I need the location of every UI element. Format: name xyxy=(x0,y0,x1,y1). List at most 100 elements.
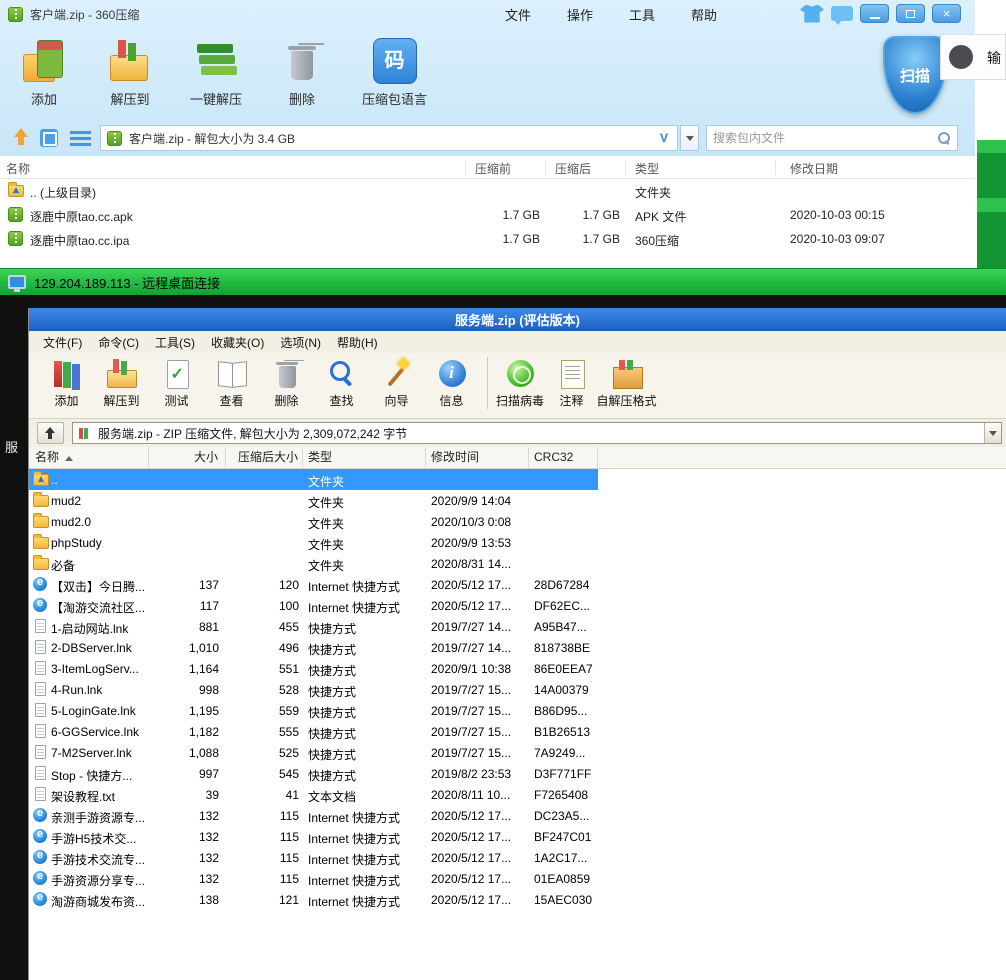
winrar-toolbar-button[interactable]: 解压到 xyxy=(94,357,149,409)
winrar-menu-item[interactable]: 收藏夹(O) xyxy=(203,334,272,351)
file-row[interactable]: 手游资源分享专... 132 115 Internet 快捷方式 2020/5/… xyxy=(29,868,1006,889)
column-size-after[interactable]: 压缩后 xyxy=(555,160,591,177)
zip360-toolbar-button[interactable]: 一键解压 xyxy=(190,38,242,108)
column-name[interactable]: 名称 xyxy=(29,447,149,468)
winrar-toolbar-button[interactable]: 查看 xyxy=(204,357,259,409)
file-row[interactable]: 7-M2Server.lnk 1,088 525 快捷方式 2019/7/27 … xyxy=(29,742,1006,763)
zip360-titlebar: 客户端.zip - 360压缩 文件操作工具帮助 × xyxy=(0,0,975,28)
winrar-toolbar-button[interactable]: 添加 xyxy=(39,357,94,409)
zip360-toolbar-button[interactable]: 码 压缩包语言 xyxy=(362,38,427,108)
zip360-toolbar: 添加 解压到 一键解压 删除 码 压缩包语言 扫描 xyxy=(0,30,975,120)
file-date: 2020-10-03 09:07 xyxy=(790,232,885,246)
toolbar-label: 扫描病毒 xyxy=(496,392,544,409)
file-row[interactable]: 4-Run.lnk 998 528 快捷方式 2019/7/27 15... 1… xyxy=(29,679,1006,700)
zip360-menu-item[interactable]: 工具 xyxy=(629,5,655,24)
archive-path-box[interactable]: 客户端.zip - 解包大小为 3.4 GB V xyxy=(100,125,678,151)
winrar-toolbar-button[interactable]: 删除 xyxy=(259,357,314,409)
toolbar-label: 解压到 xyxy=(103,392,139,409)
minimize-button[interactable] xyxy=(860,4,889,23)
winrar-toolbar-button[interactable]: 查找 xyxy=(314,357,369,409)
file-size: 998 xyxy=(149,683,219,697)
winrar-menu-item[interactable]: 帮助(H) xyxy=(329,334,386,351)
file-row[interactable]: .. (上级目录) 文件夹 xyxy=(0,179,975,203)
rdp-titlebar[interactable]: 129.204.189.113 - 远程桌面连接 xyxy=(0,268,1006,295)
file-mtime: 2019/7/27 14... xyxy=(431,641,511,655)
file-size: 1,164 xyxy=(149,662,219,676)
zip360-menu-item[interactable]: 操作 xyxy=(567,5,593,24)
file-row[interactable]: 6-GGService.lnk 1,182 555 快捷方式 2019/7/27… xyxy=(29,721,1006,742)
file-name: .. xyxy=(51,473,58,487)
address-dropdown-button[interactable] xyxy=(680,125,699,151)
column-type[interactable]: 类型 xyxy=(303,447,426,468)
zip360-toolbar-button[interactable]: 删除 xyxy=(276,38,328,108)
zip360-menu-item[interactable]: 文件 xyxy=(505,5,531,24)
combo-dropdown-button[interactable] xyxy=(984,423,1001,443)
search-box[interactable] xyxy=(706,125,958,151)
zip360-menu-item[interactable]: 帮助 xyxy=(691,5,717,24)
file-crc32: B1B26513 xyxy=(534,725,590,739)
file-row[interactable]: 5-LoginGate.lnk 1,195 559 快捷方式 2019/7/27… xyxy=(29,700,1006,721)
file-row[interactable]: 架设教程.txt 39 41 文本文档 2020/8/11 10... F726… xyxy=(29,784,1006,805)
view-mode-icon[interactable] xyxy=(40,129,58,147)
file-row[interactable]: 逐鹿中原tao.cc.apk 1.7 GB 1.7 GB APK 文件 2020… xyxy=(0,203,975,227)
column-packed[interactable]: 压缩后大小 xyxy=(226,447,303,468)
list-view-icon[interactable] xyxy=(70,131,91,146)
file-row[interactable]: 1-启动网站.lnk 881 455 快捷方式 2019/7/27 14... … xyxy=(29,616,1006,637)
file-mtime: 2020/5/12 17... xyxy=(431,830,511,844)
file-row[interactable]: mud2 文件夹 2020/9/9 14:04 xyxy=(29,490,1006,511)
winrar-toolbar-button[interactable]: 测试 xyxy=(149,357,204,409)
winrar-titlebar[interactable]: 服务端.zip (评估版本) xyxy=(29,308,1006,331)
file-name: 手游资源分享专... xyxy=(51,872,145,889)
feedback-icon[interactable] xyxy=(831,6,853,21)
winrar-menu-item[interactable]: 选项(N) xyxy=(272,334,329,351)
file-row[interactable]: mud2.0 文件夹 2020/10/3 0:08 xyxy=(29,511,1006,532)
file-mtime: 2019/7/27 15... xyxy=(431,725,511,739)
winrar-toolbar-button[interactable]: 扫描病毒 xyxy=(487,357,544,409)
file-row[interactable]: Stop - 快捷方... 997 545 快捷方式 2019/8/2 23:5… xyxy=(29,763,1006,784)
winrar-toolbar-button[interactable]: 向导 xyxy=(369,357,424,409)
skin-icon[interactable] xyxy=(800,5,824,23)
toolbar-icon xyxy=(22,38,66,84)
search-icon[interactable] xyxy=(937,131,951,145)
winrar-menu-item[interactable]: 工具(S) xyxy=(147,334,203,351)
zip360-toolbar-button[interactable]: 添加 xyxy=(18,38,70,108)
column-date[interactable]: 修改日期 xyxy=(790,160,838,177)
search-input[interactable] xyxy=(713,131,937,145)
file-row[interactable]: 逐鹿中原tao.cc.ipa 1.7 GB 1.7 GB 360压缩 2020-… xyxy=(0,227,975,251)
winrar-menu-item[interactable]: 文件(F) xyxy=(35,334,90,351)
file-row[interactable]: 亲测手游资源专... 132 115 Internet 快捷方式 2020/5/… xyxy=(29,805,1006,826)
zip360-toolbar-button[interactable]: 解压到 xyxy=(104,38,156,108)
file-row[interactable]: 2-DBServer.lnk 1,010 496 快捷方式 2019/7/27 … xyxy=(29,637,1006,658)
up-folder-icon[interactable] xyxy=(12,128,30,147)
maximize-button[interactable] xyxy=(896,4,925,23)
file-size: 132 xyxy=(149,872,219,886)
rdp-side-label: 服 xyxy=(5,437,18,456)
column-name[interactable]: 名称 xyxy=(6,160,30,177)
winrar-toolbar-button[interactable]: 自解压格式 xyxy=(599,357,654,409)
file-row[interactable]: phpStudy 文件夹 2020/9/9 13:53 xyxy=(29,532,1006,553)
sort-ascending-icon xyxy=(65,456,73,461)
address-v-badge[interactable]: V xyxy=(660,131,668,145)
column-size-before[interactable]: 压缩前 xyxy=(475,160,511,177)
file-row[interactable]: 必备 文件夹 2020/8/31 14... xyxy=(29,553,1006,574)
file-row[interactable]: .. 文件夹 xyxy=(29,469,1006,490)
file-row[interactable]: 【淘游交流社区... 117 100 Internet 快捷方式 2020/5/… xyxy=(29,595,1006,616)
winrar-menu-item[interactable]: 命令(C) xyxy=(90,334,147,351)
file-icon xyxy=(33,558,49,570)
file-row[interactable]: 手游技术交流专... 132 115 Internet 快捷方式 2020/5/… xyxy=(29,847,1006,868)
winrar-window: 服务端.zip (评估版本) 文件(F)命令(C)工具(S)收藏夹(O)选项(N… xyxy=(28,308,1006,980)
up-folder-button[interactable] xyxy=(37,422,64,444)
close-button[interactable]: × xyxy=(932,4,961,23)
archive-path-combo[interactable]: 服务端.zip - ZIP 压缩文件, 解包大小为 2,309,072,242 … xyxy=(72,422,1002,444)
file-row[interactable]: 淘游商城发布资... 138 121 Internet 快捷方式 2020/5/… xyxy=(29,889,1006,910)
file-row[interactable]: 3-ItemLogServ... 1,164 551 快捷方式 2020/9/1… xyxy=(29,658,1006,679)
column-crc32[interactable]: CRC32 xyxy=(529,447,598,468)
file-row[interactable]: 手游H5技术交... 132 115 Internet 快捷方式 2020/5/… xyxy=(29,826,1006,847)
column-type[interactable]: 类型 xyxy=(635,160,659,177)
winrar-toolbar-button[interactable]: 注释 xyxy=(544,357,599,409)
column-mtime[interactable]: 修改时间 xyxy=(426,447,529,468)
file-crc32: B86D95... xyxy=(534,704,587,718)
file-row[interactable]: 【双击】今日腾... 137 120 Internet 快捷方式 2020/5/… xyxy=(29,574,1006,595)
column-size[interactable]: 大小 xyxy=(149,447,226,468)
winrar-toolbar-button[interactable]: 信息 xyxy=(424,357,479,409)
